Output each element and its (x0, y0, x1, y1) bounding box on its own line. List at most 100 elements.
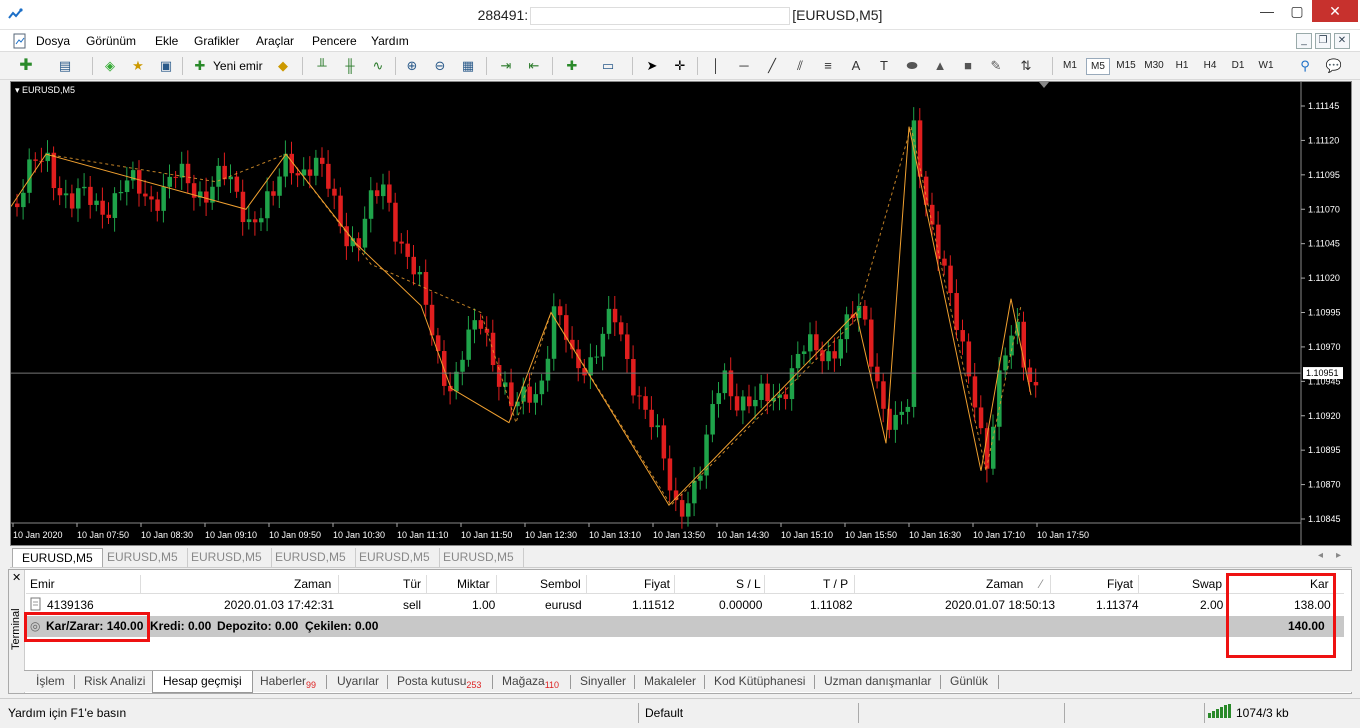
templates-icon[interactable]: ▭ (598, 56, 618, 76)
tab-uyarilar[interactable]: Uyarılar (337, 674, 379, 688)
menu-pencere[interactable]: Pencere (312, 34, 357, 48)
timeframe-w1[interactable]: W1 (1254, 58, 1278, 75)
col-kar[interactable]: Kar (1310, 577, 1329, 591)
chart-tab-2[interactable]: EURUSD,M5 (98, 548, 188, 567)
horizontal-line-icon[interactable]: ─ (734, 56, 754, 76)
navigator-icon[interactable]: ★ (128, 56, 148, 76)
search-icon[interactable]: ⚲ (1295, 56, 1315, 76)
col-zaman-close[interactable]: Zaman (986, 577, 1023, 591)
tab-risk-analizi[interactable]: Risk Analizi (84, 674, 145, 688)
text-label-icon[interactable]: T (874, 56, 894, 76)
tab-magaza[interactable]: Mağaza110 (502, 674, 559, 690)
timeframe-d1[interactable]: D1 (1226, 58, 1250, 75)
bullish-candle (838, 339, 843, 359)
menu-ekle[interactable]: Ekle (155, 34, 178, 48)
auto-scroll-icon[interactable]: ⇤ (524, 56, 544, 76)
vertical-line-icon[interactable]: │ (706, 56, 726, 76)
text-icon[interactable]: A (846, 56, 866, 76)
chart-tab-4[interactable]: EURUSD,M5 (266, 548, 356, 567)
new-order-button[interactable]: Yeni emir (213, 59, 263, 73)
zoom-in-icon[interactable]: ⊕ (402, 56, 422, 76)
pen-icon[interactable]: ✎ (986, 56, 1006, 76)
col-swap[interactable]: Swap (1192, 577, 1222, 591)
timeframe-h4[interactable]: H4 (1198, 58, 1222, 75)
tab-hesap-gecmisi[interactable]: Hesap geçmişi (152, 671, 253, 693)
tab-kod-kutuphanesi[interactable]: Kod Kütüphanesi (714, 674, 805, 688)
arrows-icon[interactable]: ⇅ (1016, 56, 1036, 76)
col-miktar[interactable]: Miktar (457, 577, 490, 591)
menu-yardim[interactable]: Yardım (371, 34, 409, 48)
col-zaman[interactable]: Zaman (294, 577, 331, 591)
line-chart-icon[interactable]: ∿ (368, 56, 388, 76)
crosshair-icon[interactable]: ✛ (670, 56, 690, 76)
cursor-icon[interactable]: ➤ (642, 56, 662, 76)
window-title-account: 288491: (477, 7, 529, 23)
fibonacci-icon[interactable]: ≡ (818, 56, 838, 76)
chart-tab-3[interactable]: EURUSD,M5 (182, 548, 272, 567)
col-fiyat-close[interactable]: Fiyat (1107, 577, 1133, 591)
menu-grafikler[interactable]: Grafikler (194, 34, 239, 48)
profiles-icon[interactable]: ▤ (55, 56, 75, 76)
col-sl[interactable]: S / L (736, 577, 761, 591)
col-fiyat[interactable]: Fiyat (644, 577, 670, 591)
tab-makaleler[interactable]: Makaleler (644, 674, 696, 688)
terminal-icon[interactable]: ▣ (156, 56, 176, 76)
candlestick-icon[interactable]: ╫ (340, 56, 360, 76)
menu-araclar[interactable]: Araçlar (256, 34, 294, 48)
tab-islem[interactable]: İşlem (36, 674, 65, 688)
chat-icon[interactable]: 💬 (1324, 56, 1344, 76)
tab-posta-kutusu[interactable]: Posta kutusu253 (397, 674, 481, 690)
indicators-icon[interactable]: ✚ (562, 56, 582, 76)
tab-scroll-right-icon[interactable]: ▸ (1336, 550, 1341, 561)
table-row[interactable]: 4139136 2020.01.03 17:42:31 sell 1.00 eu… (26, 595, 1344, 615)
timeframe-m30[interactable]: M30 (1142, 58, 1166, 75)
market-watch-icon[interactable]: ◈ (100, 56, 120, 76)
bearish-candle (271, 191, 276, 196)
tab-uzman-danismanlar[interactable]: Uzman danışmanlar (824, 674, 931, 688)
rectangle-icon[interactable]: ■ (958, 56, 978, 76)
chart-tab-1[interactable]: EURUSD,M5 (12, 548, 103, 567)
minimize-button[interactable]: — (1252, 0, 1282, 22)
bearish-candle (820, 350, 825, 362)
trendline-icon[interactable]: ╱ (762, 56, 782, 76)
menu-gorunum[interactable]: Görünüm (86, 34, 136, 48)
mdi-close-button[interactable]: ✕ (1334, 33, 1350, 49)
new-chart-icon[interactable]: ✚ (16, 56, 36, 76)
col-sembol[interactable]: Sembol (540, 577, 581, 591)
chart-tab-5[interactable]: EURUSD,M5 (350, 548, 440, 567)
timeframe-m15[interactable]: M15 (1114, 58, 1138, 75)
chart-shift-icon[interactable]: ⇥ (496, 56, 516, 76)
new-order-icon[interactable]: ✚ (190, 56, 210, 76)
ellipse-icon[interactable]: ⬬ (902, 56, 922, 76)
tile-windows-icon[interactable]: ▦ (458, 56, 478, 76)
triangle-icon[interactable]: ▲ (930, 56, 950, 76)
bearish-candle (612, 308, 618, 323)
timeframe-m5[interactable]: M5 (1086, 58, 1110, 75)
algo-trading-icon[interactable]: ◆ (273, 56, 293, 76)
mdi-restore-button[interactable]: ❐ (1315, 33, 1331, 49)
maximize-button[interactable]: ▢ (1282, 0, 1312, 22)
mdi-minimize-button[interactable]: _ (1296, 33, 1312, 49)
bullish-candle (118, 192, 124, 194)
chart-tab-6[interactable]: EURUSD,M5 (434, 548, 524, 567)
terminal-close-icon[interactable]: ✕ (12, 571, 21, 584)
zoom-out-icon[interactable]: ⊖ (430, 56, 450, 76)
col-tp[interactable]: T / P (823, 577, 848, 591)
col-tur[interactable]: Tür (403, 577, 421, 591)
timeframe-h1[interactable]: H1 (1170, 58, 1194, 75)
time-tick-label: 10 Jan 08:30 (141, 530, 193, 540)
tab-gunluk[interactable]: Günlük (950, 674, 988, 688)
chart-doc-icon[interactable] (12, 33, 28, 49)
col-emir[interactable]: Emir (30, 577, 55, 591)
time-tick-label: 10 Jan 11:10 (397, 530, 448, 540)
tab-sinyaller[interactable]: Sinyaller (580, 674, 626, 688)
bar-chart-icon[interactable]: ╨ (312, 56, 332, 76)
tab-haberler[interactable]: Haberler99 (260, 674, 316, 690)
tab-scroll-left-icon[interactable]: ◂ (1318, 550, 1323, 561)
bearish-candle (320, 157, 325, 164)
close-button[interactable]: ✕ (1312, 0, 1358, 22)
timeframe-m1[interactable]: M1 (1058, 58, 1082, 75)
channel-icon[interactable]: ⫽ (790, 56, 810, 76)
menu-dosya[interactable]: Dosya (36, 34, 70, 48)
price-chart[interactable]: ▾ EURUSD,M5 1.11145 1.11120 1.11095 1.11070… (10, 81, 1352, 546)
